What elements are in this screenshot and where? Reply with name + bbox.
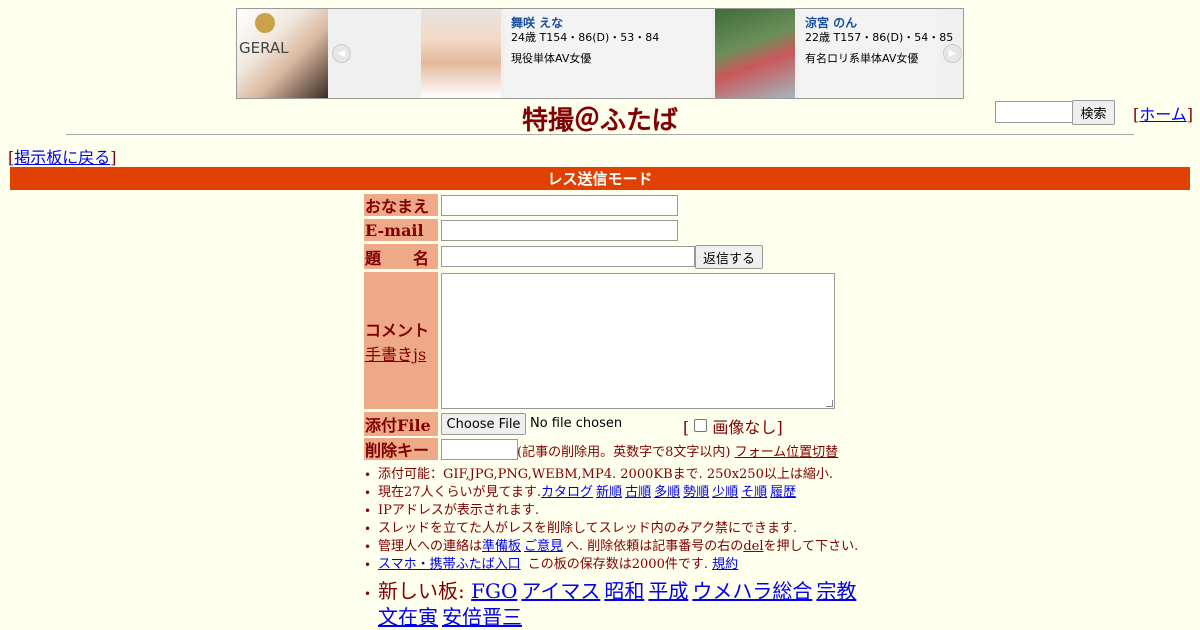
comment-label-cell: コメント 手書きjs xyxy=(364,272,438,409)
sort-so-link[interactable]: そ順 xyxy=(741,485,767,500)
name-label: おなまえ xyxy=(364,194,438,216)
handwriting-link[interactable]: 手書きjs xyxy=(365,341,426,365)
board-link[interactable]: 平成 xyxy=(648,579,688,603)
history-link[interactable]: 履歴 xyxy=(770,485,796,500)
note-thread-owner: スレッドを立てた人がレスを削除してスレッド内のみアク禁にできます. xyxy=(362,520,882,538)
mobile-entry-link[interactable]: スマホ・携帯ふたば入口 xyxy=(378,557,521,572)
comment-textarea[interactable] xyxy=(441,273,835,409)
resize-handle-icon[interactable] xyxy=(826,400,833,407)
board-link[interactable]: アイマス xyxy=(521,579,600,603)
contact-text: 管理人への連絡は xyxy=(378,539,483,554)
ad-photo[interactable] xyxy=(421,9,501,98)
back-to-board-link[interactable]: 掲示板に戻る xyxy=(14,148,110,167)
reply-mode-bar: レス送信モード xyxy=(10,167,1190,190)
note-ip: IPアドレスが表示されます. xyxy=(362,502,882,520)
no-image-checkbox[interactable] xyxy=(694,419,708,432)
ad-logo-text: GERAL xyxy=(239,39,289,57)
board-link[interactable]: 宗教 xyxy=(816,579,856,603)
contact-text-mid: へ. 削除依頼は記事番号の右の xyxy=(566,539,744,554)
board-link[interactable]: ウメハラ総合 xyxy=(692,579,812,603)
no-image-wrapper: [ 画像なし] xyxy=(683,418,783,437)
ad-photo[interactable] xyxy=(715,9,795,98)
board-link[interactable]: 安倍晋三 xyxy=(442,605,522,629)
ad-stats: 24歳 T154・86(D)・53・84 xyxy=(511,31,660,44)
delete-key-note: (記事の削除用。英数字で8文字以内) xyxy=(517,445,731,460)
ad-logo-image[interactable]: GERAL xyxy=(237,9,328,98)
sort-many-link[interactable]: 多順 xyxy=(654,485,680,500)
email-label: E-mail xyxy=(364,219,438,241)
header-divider xyxy=(66,134,1134,135)
delete-key-note-wrapper: (記事の削除用。英数字で8文字以内) フォーム位置切替 xyxy=(517,441,838,460)
sort-old-link[interactable]: 古順 xyxy=(625,485,651,500)
new-boards-label: 新しい板: xyxy=(378,579,465,603)
notes-list: 添付可能：GIF,JPG,PNG,WEBM,MP4. 2000KBまで. 250… xyxy=(362,466,882,630)
home-link[interactable]: ホーム xyxy=(1139,105,1187,124)
retention-text: この板の保存数は2000件です. xyxy=(523,557,708,572)
sort-momentum-link[interactable]: 勢順 xyxy=(683,485,709,500)
no-image-label[interactable]: 画像なし xyxy=(712,418,776,437)
file-status: No file chosen xyxy=(530,416,623,431)
note-viewers: 現在27人くらいが見てます.カタログ新順古順多順勢順少順そ順履歴 xyxy=(362,484,882,502)
sort-few-link[interactable]: 少順 xyxy=(712,485,738,500)
form-position-toggle-link[interactable]: フォーム位置切替 xyxy=(735,445,839,460)
note-contact: 管理人への連絡は準備板ご意見へ. 削除依頼は記事番号の右のdelを押して下さい. xyxy=(362,538,882,556)
prep-board-link[interactable]: 準備板 xyxy=(482,539,521,554)
submit-reply-button[interactable]: 返信する xyxy=(695,245,763,269)
ad-card[interactable]: 涼宮 のん 22歳 T157・86(D)・54・85 有名ロリ系単体AV女優 xyxy=(799,9,953,98)
email-input[interactable] xyxy=(441,220,678,241)
subject-label: 題 名 xyxy=(364,244,438,269)
board-link[interactable]: FGO xyxy=(471,579,517,603)
ad-stats: 22歳 T157・86(D)・54・85 xyxy=(805,31,954,44)
rules-link[interactable]: 規約 xyxy=(712,557,738,572)
file-label: 添付File xyxy=(364,412,438,436)
next-arrow-icon[interactable]: ▶ xyxy=(943,44,962,63)
crest-icon xyxy=(255,13,275,33)
sort-new-link[interactable]: 新順 xyxy=(596,485,622,500)
ad-card[interactable]: 舞咲 えな 24歳 T154・86(D)・53・84 現役単体AV女優 xyxy=(505,9,711,98)
note-attach: 添付可能：GIF,JPG,PNG,WEBM,MP4. 2000KBまで. 250… xyxy=(362,466,882,484)
delete-key-label: 削除キー xyxy=(364,438,438,460)
search-button[interactable]: 検索 xyxy=(1072,100,1115,125)
prev-arrow-icon[interactable]: ◀ xyxy=(332,44,351,63)
board-link[interactable]: 昭和 xyxy=(604,579,644,603)
contact-text-suffix: を押して下さい. xyxy=(763,539,859,554)
del-link[interactable]: del xyxy=(743,539,763,554)
delete-key-input[interactable] xyxy=(441,439,518,460)
choose-file-button[interactable]: Choose File xyxy=(441,413,526,435)
name-input[interactable] xyxy=(441,195,678,216)
note-new-boards: 新しい板: FGOアイマス昭和平成ウメハラ総合宗教文在寅安倍晋三 xyxy=(362,578,882,630)
ad-description: 現役単体AV女優 xyxy=(511,52,592,65)
back-link-wrapper: [掲示板に戻る] xyxy=(8,148,117,167)
comment-label: コメント xyxy=(365,320,430,340)
note-mobile: スマホ・携帯ふたば入口 この板の保存数は2000件です. 規約 xyxy=(362,556,882,574)
ad-banner[interactable]: GERAL ◀ 舞咲 えな 24歳 T154・86(D)・53・84 現役単体A… xyxy=(236,8,964,99)
board-link[interactable]: 文在寅 xyxy=(378,605,438,629)
subject-input[interactable] xyxy=(441,246,695,267)
ad-description: 有名ロリ系単体AV女優 xyxy=(805,52,919,65)
viewers-text: 現在27人くらいが見てます. xyxy=(378,485,542,500)
feedback-link[interactable]: ご意見 xyxy=(524,539,563,554)
catalog-link[interactable]: カタログ xyxy=(541,485,593,500)
home-link-wrapper: [ホーム] xyxy=(1133,105,1194,124)
